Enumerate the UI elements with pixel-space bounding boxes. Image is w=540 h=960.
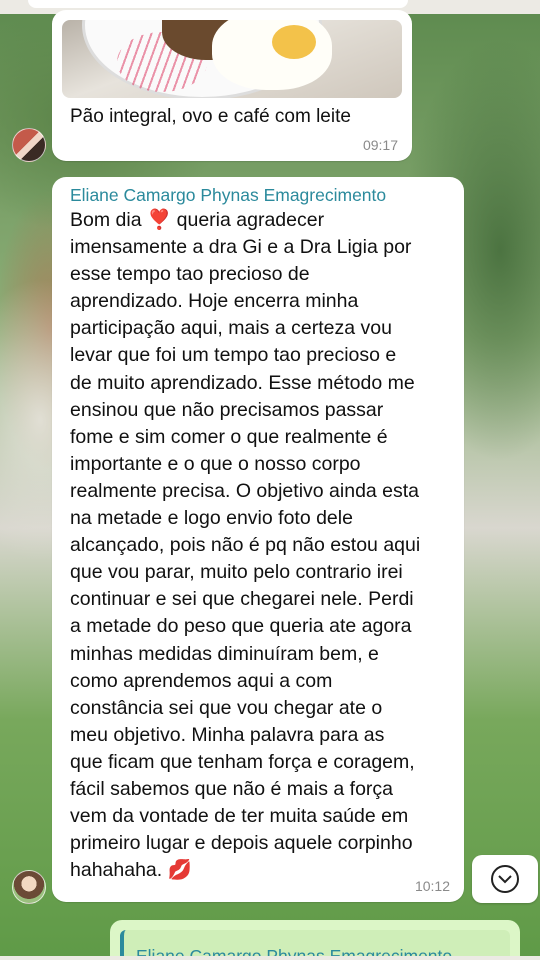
message-photo[interactable] bbox=[62, 20, 402, 98]
message-line: ensinou que não precisamos passar bbox=[70, 398, 384, 421]
message-line: continuar e sei que chegarei nele. Perdi bbox=[70, 588, 414, 611]
message-line: hahahaha. 💋 bbox=[70, 859, 192, 882]
chevron-down-icon bbox=[498, 875, 512, 884]
message-line: que ficam que tenham força e coragem, bbox=[70, 750, 415, 773]
message-line: fome e sim comer o que realmente é bbox=[70, 425, 388, 448]
message-line: fácil sabemos que não é mais a força bbox=[70, 777, 394, 800]
text-message[interactable]: Eliane Camargo Phynas Emagrecimento Bom … bbox=[52, 177, 464, 902]
message-line: que vou parar, muito pelo contrario irei bbox=[70, 561, 403, 584]
message-line: imensamente a dra Gi e a Dra Ligia por bbox=[70, 236, 412, 259]
message-line: minhas medidas diminuíram bem, e bbox=[70, 642, 379, 665]
message-time: 10:12 bbox=[414, 878, 450, 894]
scroll-down-button[interactable] bbox=[472, 855, 538, 903]
message-line: importante e o que o nosso corpo bbox=[70, 452, 361, 475]
outgoing-message[interactable]: Eliane Camargo Phynas Emagrecimento bbox=[110, 920, 520, 960]
photo-message[interactable]: Pão integral, ovo e café com leite 09:17 bbox=[52, 10, 412, 161]
message-line: aprendizado. Hoje encerra minha bbox=[70, 290, 359, 313]
message-line: de muito aprendizado. Esse método me bbox=[70, 371, 415, 394]
sender-avatar[interactable] bbox=[12, 870, 46, 904]
message-line: a metade do peso que queria ate agora bbox=[70, 615, 412, 638]
message-line: como aprendemos aqui a com bbox=[70, 669, 333, 692]
message-line: meu objetivo. Minha palavra para as bbox=[70, 723, 385, 746]
message-line: esse tempo tao precioso de bbox=[70, 263, 310, 286]
sender-name[interactable]: Eliane Camargo Phynas Emagrecimento bbox=[70, 185, 386, 206]
message-line: realmente precisa. O objetivo ainda esta bbox=[70, 479, 420, 502]
message-line: primeiro lugar e depois aquele corpinho bbox=[70, 832, 413, 855]
photo-caption: Pão integral, ovo e café com leite bbox=[70, 106, 351, 127]
message-line: Bom dia ❣️ queria agradecer bbox=[70, 209, 325, 231]
message-line: vem da vontade de ter muita saúde em bbox=[70, 805, 409, 828]
message-line: constância sei que vou chegar ate o bbox=[70, 696, 383, 719]
message-time: 09:17 bbox=[362, 137, 398, 153]
message-line: na metade e logo envio foto dele bbox=[70, 507, 353, 530]
message-line: levar que foi um tempo tao precioso e bbox=[70, 344, 397, 367]
sender-avatar[interactable] bbox=[12, 128, 46, 162]
message-body: Bom dia ❣️ queria agradecer imensamente a… bbox=[70, 207, 456, 884]
message-line: alcançado, pois não é pq não estou aqui bbox=[70, 534, 421, 557]
message-line: participação aqui, mais a certeza vou bbox=[70, 317, 392, 340]
